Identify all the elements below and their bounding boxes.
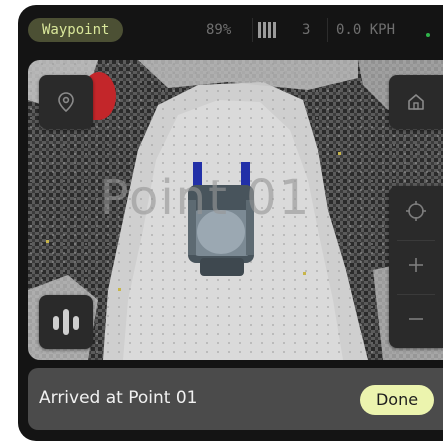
camera-map-view[interactable]: Point 01	[28, 60, 443, 360]
home-icon	[407, 93, 425, 111]
divider	[327, 18, 328, 42]
map-control-stack	[389, 186, 443, 348]
plus-icon	[408, 257, 424, 278]
map-pin-icon	[58, 92, 74, 112]
divider	[252, 18, 253, 42]
waypoint-overlay-label: Point 01	[99, 170, 312, 226]
waypoint-button[interactable]	[39, 75, 93, 129]
mode-badge[interactable]: Waypoint	[28, 18, 124, 42]
audio-bars-icon	[52, 307, 80, 337]
done-button[interactable]: Done	[360, 385, 434, 415]
home-button[interactable]	[389, 75, 443, 129]
zoom-out-button[interactable]	[389, 294, 443, 348]
robot-control-panel: Waypoint 89% 3 0.0 KPH Point 01 Arrived …	[18, 5, 443, 441]
minus-icon	[408, 311, 424, 332]
connection-status-dot	[426, 33, 430, 37]
recenter-button[interactable]	[389, 186, 443, 240]
audio-button[interactable]	[39, 295, 93, 349]
speed-readout: 0.0 KPH	[336, 22, 396, 38]
arrival-notification: Arrived at Point 01 Done	[28, 368, 443, 430]
signal-strength-icon	[258, 22, 278, 38]
battery-level: 89%	[206, 22, 232, 38]
status-bar: Waypoint 89% 3 0.0 KPH	[18, 5, 443, 55]
crosshair-icon	[405, 200, 427, 227]
zoom-in-button[interactable]	[389, 240, 443, 294]
signal-count: 3	[302, 22, 311, 38]
notification-message: Arrived at Point 01	[39, 388, 198, 408]
